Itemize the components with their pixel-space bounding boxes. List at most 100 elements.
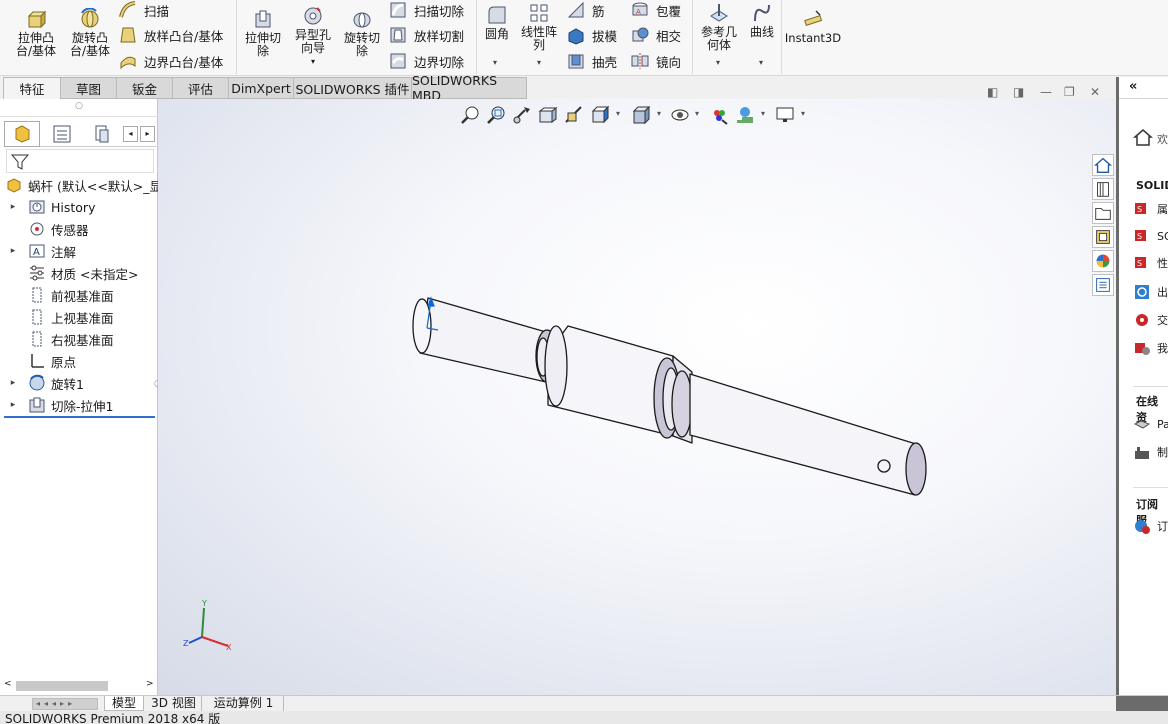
scroll-thumb[interactable] (16, 681, 108, 691)
graphics-area[interactable] (158, 99, 1116, 695)
filter-box[interactable] (6, 149, 154, 173)
loft-cut-button[interactable]: 放样切割 (388, 24, 464, 46)
reference-geometry-button[interactable]: 参考几何体 (697, 2, 741, 52)
tab-solidworks-mbd[interactable]: SOLIDWORKS MBD (411, 73, 527, 103)
draft-button[interactable]: 拔模 (566, 24, 617, 46)
task-pane-link[interactable]: S SO (1133, 227, 1168, 245)
sweep-button[interactable]: 扫描 (118, 0, 169, 21)
property-manager-tab-icon[interactable] (44, 121, 80, 147)
extrude-boss-button[interactable]: 拉伸凸台/基体 (12, 8, 60, 58)
tab-features[interactable]: 特征 (3, 77, 61, 99)
loft-boss-button[interactable]: 放样凸台/基体 (118, 24, 223, 46)
panel-scroll-right-icon[interactable]: ▸ (140, 126, 155, 142)
sweep-cut-button[interactable]: 扫描切除 (388, 0, 464, 21)
fillet-dropdown-icon[interactable]: ▾ (493, 58, 497, 67)
task-pane-link[interactable]: 我 (1133, 339, 1168, 357)
task-pane-link[interactable]: S属 (1133, 200, 1168, 218)
view-orientation-dropdown-icon[interactable]: ▾ (616, 109, 620, 118)
configuration-manager-tab-icon[interactable] (84, 121, 120, 147)
feature-manager-tab-icon[interactable] (4, 121, 40, 147)
tree-item[interactable]: ▸ 切除-拉伸1 (8, 394, 113, 416)
fillet-button[interactable]: 圆角 (481, 4, 513, 41)
dynamic-annotation-icon[interactable] (563, 104, 585, 126)
display-style-icon[interactable] (630, 104, 652, 126)
collapse-task-pane-icon[interactable]: « (1129, 79, 1137, 94)
task-pane-link[interactable]: Pa (1133, 415, 1168, 433)
file-explorer-tab-icon[interactable] (1092, 202, 1114, 224)
solidworks-resources-tab-icon[interactable] (1092, 154, 1114, 176)
tab-sketch[interactable]: 草图 (60, 77, 117, 99)
linear-pattern-button[interactable]: 线性阵列 (517, 2, 561, 52)
section-view-icon[interactable] (537, 104, 559, 126)
custom-properties-tab-icon[interactable] (1092, 274, 1114, 296)
window-close-icon[interactable]: ✕ (1090, 85, 1100, 99)
extrude-cut-button[interactable]: 拉伸切除 (240, 8, 286, 58)
tree-item[interactable]: 材质 <未指定> (8, 262, 138, 284)
tab-sheet-metal[interactable]: 钣金 (116, 77, 173, 99)
tab-model[interactable]: 模型 (104, 696, 144, 711)
view-settings-icon[interactable] (774, 104, 796, 126)
scroll-left-arrow-icon[interactable]: < (4, 679, 12, 689)
reference-geometry-dropdown-icon[interactable]: ▾ (716, 58, 720, 67)
hole-wizard-button[interactable]: 异型孔向导 ▾ (290, 5, 336, 68)
tree-item[interactable]: 原点 (8, 350, 76, 372)
tree-root-part[interactable]: 蜗杆 (默认<<默认>_显 (5, 174, 162, 196)
panel-scroll-left-icon[interactable]: ◂ (123, 126, 138, 142)
task-pane-link[interactable]: S性 (1133, 254, 1168, 272)
window-minimize-icon[interactable]: — (1040, 85, 1052, 99)
wrap-button[interactable]: A 包覆 (630, 0, 681, 21)
expand-arrow-icon[interactable]: ▸ (8, 202, 18, 212)
curves-button[interactable]: 曲线 (745, 2, 779, 39)
zoom-to-area-icon[interactable] (485, 104, 507, 126)
tab-3d-view[interactable]: 3D 视图 (146, 696, 202, 711)
edit-appearance-icon[interactable] (708, 104, 730, 126)
task-pane-link[interactable]: 出 (1133, 283, 1168, 301)
tab-solidworks-addins[interactable]: SOLIDWORKS 插件 (293, 77, 412, 99)
tree-item[interactable]: ▸ History (8, 196, 96, 218)
view-palette-tab-icon[interactable] (1092, 226, 1114, 248)
instant3d-button[interactable]: Instant3D (785, 8, 841, 45)
bottom-nav-arrows[interactable]: ◂◂◂▸▸ (32, 698, 98, 710)
expand-arrow-icon[interactable]: ▸ (8, 400, 18, 410)
revolve-boss-button[interactable]: 旋转凸台/基体 (66, 8, 114, 58)
panel-splitter-handle[interactable]: ○ (0, 101, 158, 117)
tab-dimxpert[interactable]: DimXpert (228, 77, 294, 99)
tree-item[interactable]: 前视基准面 (8, 284, 114, 306)
task-pane-link[interactable]: 订 (1133, 517, 1168, 535)
revolve-cut-button[interactable]: 旋转切除 (339, 8, 385, 58)
task-pane-link[interactable]: 交 (1133, 311, 1168, 329)
expand-arrow-icon[interactable]: ▸ (8, 246, 18, 256)
hole-wizard-dropdown-icon[interactable]: ▾ (311, 55, 315, 68)
tab-evaluate[interactable]: 评估 (172, 77, 229, 99)
task-pane-link[interactable]: 制 (1133, 443, 1168, 461)
view-orientation-icon[interactable] (589, 104, 611, 126)
apply-scene-dropdown-icon[interactable]: ▾ (761, 109, 765, 118)
horizontal-scrollbar[interactable]: < > (4, 679, 154, 693)
curves-dropdown-icon[interactable]: ▾ (759, 58, 763, 67)
task-pane-home-icon[interactable] (1133, 127, 1153, 147)
tree-item[interactable]: 右视基准面 (8, 328, 114, 350)
intersect-button[interactable]: 相交 (630, 24, 681, 46)
boundary-boss-button[interactable]: 边界凸台/基体 (118, 50, 223, 72)
tree-item[interactable]: ▸ A 注解 (8, 240, 76, 262)
tree-item[interactable]: ▸ 旋转1 (8, 372, 84, 394)
hide-show-dropdown-icon[interactable]: ▾ (695, 109, 699, 118)
display-style-dropdown-icon[interactable]: ▾ (657, 109, 661, 118)
mirror-button[interactable]: 镜向 (630, 50, 681, 72)
window-tile-right-icon[interactable]: ◨ (1013, 85, 1024, 99)
hide-show-items-icon[interactable] (669, 104, 691, 126)
appearances-tab-icon[interactable] (1092, 250, 1114, 272)
rib-button[interactable]: 筋 (566, 0, 605, 21)
expand-arrow-icon[interactable]: ▸ (8, 378, 18, 388)
boundary-cut-button[interactable]: 边界切除 (388, 50, 464, 72)
tree-item[interactable]: 传感器 (8, 218, 89, 240)
zoom-to-fit-icon[interactable] (459, 104, 481, 126)
window-restore-icon[interactable]: ❐ (1064, 85, 1075, 99)
shell-button[interactable]: 抽壳 (566, 50, 617, 72)
previous-view-icon[interactable] (511, 104, 533, 126)
view-settings-dropdown-icon[interactable]: ▾ (801, 109, 805, 118)
design-library-tab-icon[interactable] (1092, 178, 1114, 200)
apply-scene-icon[interactable] (734, 104, 756, 126)
window-tile-left-icon[interactable]: ◧ (987, 85, 998, 99)
linear-pattern-dropdown-icon[interactable]: ▾ (537, 58, 541, 67)
